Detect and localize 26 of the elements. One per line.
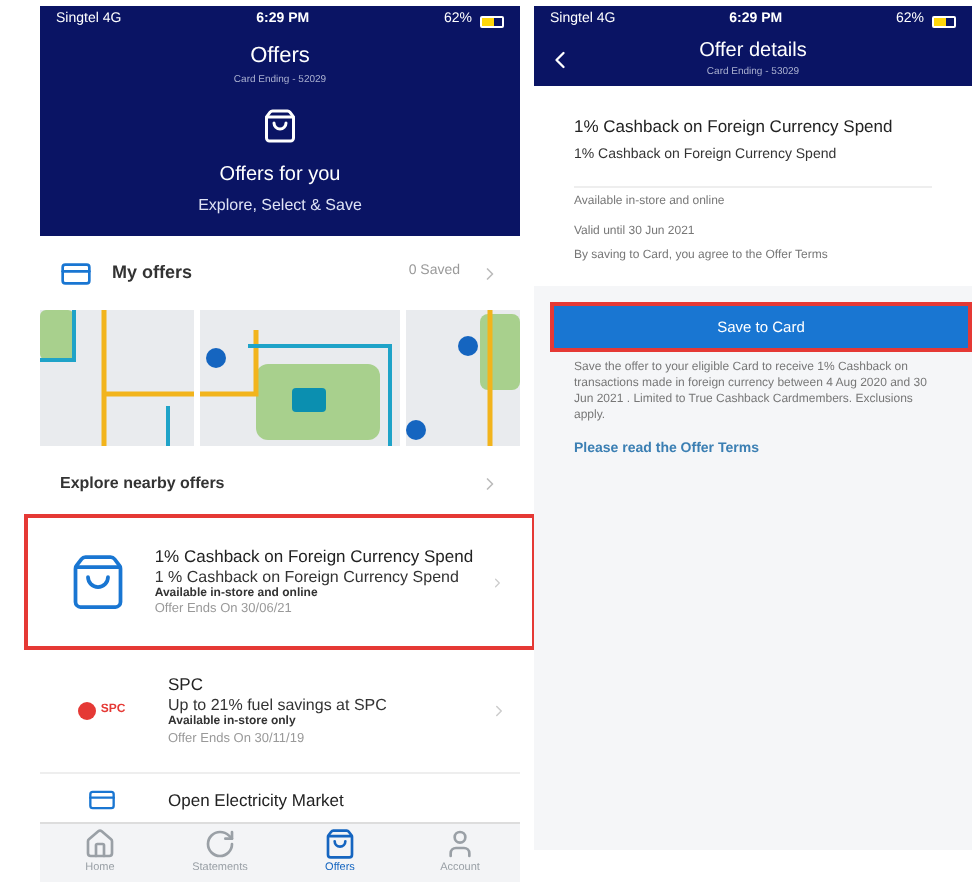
offer-title: SPC <box>168 674 205 696</box>
battery-icon <box>932 15 956 27</box>
my-offers-label: My offers <box>112 259 193 286</box>
offer-title: 1% Cashback on Foreign Currency Spend <box>154 545 474 567</box>
statement-icon <box>204 828 236 861</box>
card-icon <box>88 786 116 814</box>
offer-subtitle: Up to 21% fuel savings at SPC <box>168 696 389 715</box>
offers-icon <box>324 828 356 861</box>
battery-icon <box>480 15 504 27</box>
card-icon <box>60 257 92 289</box>
page-title: Offer details <box>699 38 807 66</box>
offer-title: Open Electricity Market <box>168 789 346 811</box>
chevron-icon <box>489 573 504 591</box>
offers-heading: Offers for you <box>217 162 343 190</box>
home-icon <box>84 828 116 861</box>
offers-tagline: Explore, Select & Save <box>196 194 364 218</box>
offer-subtitle: 1 % Cashback on Foreign Currency Spend <box>154 567 461 587</box>
page-title: Offers <box>248 42 312 72</box>
offers-icon <box>262 108 298 144</box>
chevron-icon <box>490 702 508 720</box>
explore-row[interactable]: Explore nearby offers <box>40 454 520 514</box>
offer-title: 1% Cashback on Foreign Currency Spend <box>574 114 895 140</box>
offer-row[interactable]: Open Electricity Market <box>40 774 520 820</box>
account-icon <box>444 828 476 861</box>
explore-label: Explore nearby offers <box>60 472 225 496</box>
logo-icon <box>78 702 97 720</box>
